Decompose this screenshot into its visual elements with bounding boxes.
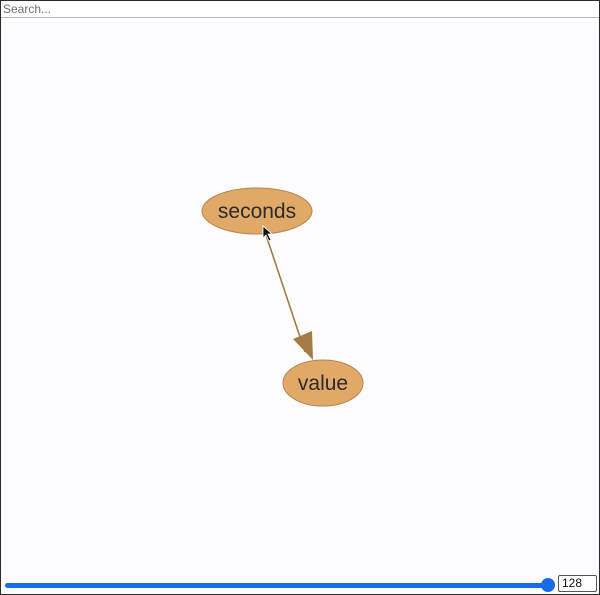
bottom-controls: 128 [1,575,599,594]
threshold-value-input[interactable]: 128 [558,575,597,592]
node-seconds-label: seconds [218,200,296,223]
edge-seconds-to-value[interactable] [263,228,306,353]
threshold-slider-thumb[interactable] [541,578,555,592]
graph-canvas[interactable]: seconds value [1,19,599,575]
node-value-label: value [298,372,348,395]
app-frame: seconds value 128 [0,0,600,595]
edge-arrowhead [293,331,313,360]
node-value[interactable]: value [282,359,364,407]
node-seconds[interactable]: seconds [201,187,313,235]
search-input[interactable] [1,1,599,18]
threshold-slider-track[interactable] [5,583,549,588]
